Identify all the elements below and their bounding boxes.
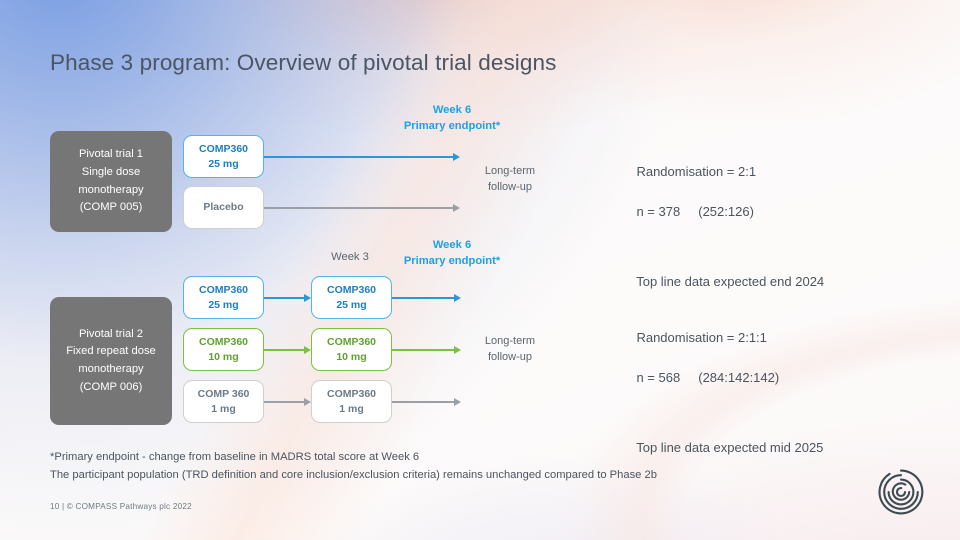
trial2-endpoint-label: Primary endpoint* [403,255,501,267]
trial2-week3-label: Week 3 [331,251,369,263]
trial2-arm3-dose1-line1: COMP 360 [197,388,250,400]
slide-footer: 10 | © COMPASS Pathways plc 2022 [50,502,192,511]
trial2-label-line3: monotherapy [78,363,144,375]
trial2-arm2-dose2-line1: COMP360 [326,336,377,348]
trial2-arm-comp360-25mg-dose2[interactable]: COMP360 25 mg [311,276,392,319]
trial1-arm1-line2: 25 mg [208,157,239,170]
trial2-label-line2: Fixed repeat dose [66,345,156,358]
trial2-arm3-dose2-line2: 1 mg [339,402,364,415]
trial1-label-line3: monotherapy [78,183,144,196]
trial2-arm2-dose2-line2: 10 mg [336,350,367,363]
trial2-label-line4: (COMP 006) [79,380,143,393]
trial2-arm3-dose2-line1: COMP360 [326,388,377,400]
trial2-arm-comp360-25mg-dose1[interactable]: COMP360 25 mg [183,276,264,319]
trial2-label-block: Pivotal trial 2 Fixed repeat dose monoth… [50,297,172,425]
trial1-label-line1: Pivotal trial 1 [78,148,144,161]
trial2-followup-line1: Long-term [484,335,536,347]
trial2-followup-label: Long-term follow-up [468,333,552,365]
footnote-line-2: The participant population (TRD definiti… [50,469,657,481]
trial2-week6-label: Week 6 [432,239,472,251]
trial1-followup-line2: follow-up [487,181,533,193]
trial2-arm-comp360-1mg-dose1[interactable]: COMP 360 1 mg [183,380,264,423]
trial1-followup-label: Long-term follow-up [468,163,552,195]
trial1-endpoint-label: Primary endpoint* [403,120,501,132]
trial2-arm1-dose1-line1: COMP360 [198,284,249,296]
footnote-line-1: *Primary endpoint - change from baseline… [50,451,420,463]
trial1-randomisation: Randomisation = 2:1 [636,164,757,179]
trial2-arm-comp360-1mg-dose2[interactable]: COMP360 1 mg [311,380,392,423]
trial1-week6-label: Week 6 [432,104,472,116]
trial2-topline: Top line data expected mid 2025 [636,440,824,455]
trial2-followup-line2: follow-up [487,351,533,363]
trial1-label-line2: Single dose [81,165,141,178]
trial1-label-line4: (COMP 005) [79,201,143,214]
trial1-arm-comp360-25mg[interactable]: COMP360 25 mg [183,135,264,178]
footnotes: *Primary endpoint - change from baseline… [50,448,657,484]
trial1-followup-line1: Long-term [484,165,536,177]
slide-canvas: Phase 3 program: Overview of pivotal tri… [0,0,960,540]
trial1-arm2-line1: Placebo [203,201,244,214]
trial1-arm1-line1: COMP360 [198,143,249,155]
trial2-arm1-dose1-line2: 25 mg [208,298,239,311]
compass-spiral-logo-icon [875,466,927,518]
page-title: Phase 3 program: Overview of pivotal tri… [50,50,557,75]
trial2-arm2-dose1-line2: 10 mg [208,350,239,363]
trial2-week6-caption: Week 6 Primary endpoint* [371,237,533,269]
trial2-arm2-dose1-line1: COMP360 [198,336,249,348]
trial2-arm-comp360-10mg-dose2[interactable]: COMP360 10 mg [311,328,392,371]
trial1-week6-caption: Week 6 Primary endpoint* [371,102,533,134]
trial1-sample-size: n = 378 (252:126) [636,204,754,219]
trial2-randomisation: Randomisation = 2:1:1 [636,330,767,345]
trial2-arm-comp360-10mg-dose1[interactable]: COMP360 10 mg [183,328,264,371]
trial2-arm1-dose2-line2: 25 mg [336,298,367,311]
trial1-topline: Top line data expected end 2024 [636,274,825,289]
trial1-arm-placebo[interactable]: Placebo [183,186,264,229]
trial1-label-block: Pivotal trial 1 Single dose monotherapy … [50,131,172,232]
trial2-arm3-dose1-line2: 1 mg [211,402,236,415]
trial2-arm1-dose2-line1: COMP360 [326,284,377,296]
trial2-label-line1: Pivotal trial 2 [78,327,144,340]
trial2-sample-size: n = 568 (284:142:142) [636,370,780,385]
trial1-stats: Randomisation = 2:1 n = 378 (252:126) To… [622,142,824,312]
